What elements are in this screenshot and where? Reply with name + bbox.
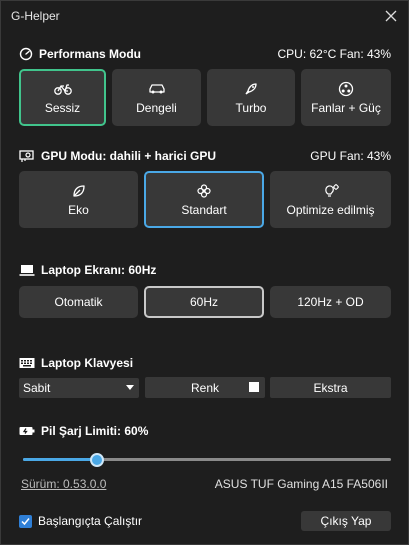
app-window: G-Helper Performans Modu CPU: 62°C Fan: … <box>0 0 409 545</box>
mode-fans-power-button[interactable]: Fanlar + Güç <box>301 69 391 126</box>
screen-120hz-button[interactable]: 120Hz + OD <box>270 286 391 318</box>
leaf-icon <box>71 183 87 199</box>
flower-icon <box>196 183 212 199</box>
mode-fans-power-label: Fanlar + Güç <box>311 100 381 115</box>
checkmark-icon[interactable] <box>19 514 32 528</box>
slider-fill <box>23 458 97 461</box>
keyboard-extra-label: Ekstra <box>313 380 348 395</box>
battery-title: Pil Şarj Limiti: 60% <box>41 424 149 438</box>
slider-thumb[interactable] <box>89 453 104 467</box>
fan-icon <box>338 81 354 97</box>
version-link[interactable]: Sürüm: 0.53.0.0 <box>21 477 106 491</box>
gpu-optimized-button[interactable]: Optimize edilmiş <box>270 171 391 228</box>
mode-turbo-button[interactable]: Turbo <box>207 69 295 126</box>
chevron-down-icon <box>126 385 134 390</box>
gpu-optimized-label: Optimize edilmiş <box>286 202 375 217</box>
screen-auto-label: Otomatik <box>54 295 103 309</box>
window-title: G-Helper <box>11 9 60 23</box>
screen-auto-button[interactable]: Otomatik <box>19 286 138 318</box>
device-model: ASUS TUF Gaming A15 FA506II <box>214 477 388 491</box>
startup-checkbox[interactable]: Başlangıçta Çalıştır <box>19 514 142 528</box>
gpu-header: GPU Modu: dahili + harici GPU GPU Fan: 4… <box>19 147 391 165</box>
rocket-icon <box>243 81 259 97</box>
mode-balanced-label: Dengeli <box>136 100 177 115</box>
gpu-eco-label: Eko <box>68 202 89 217</box>
cpu-status: CPU: 62°C Fan: 43% <box>277 47 391 61</box>
quit-button[interactable]: Çıkış Yap <box>301 511 391 531</box>
close-icon[interactable] <box>382 7 400 25</box>
keyboard-color-label: Renk <box>190 380 219 395</box>
performance-title: Performans Modu <box>39 47 142 61</box>
battery-header: Pil Şarj Limiti: 60% <box>19 422 391 440</box>
mode-balanced-button[interactable]: Dengeli <box>112 69 201 126</box>
bicycle-icon <box>53 81 72 97</box>
car-icon <box>148 81 166 97</box>
title-bar: G-Helper <box>1 1 408 33</box>
gpu-standard-button[interactable]: Standart <box>144 171 264 228</box>
keyboard-mode-value: Sabit <box>23 381 51 395</box>
screen-60hz-button[interactable]: 60Hz <box>144 286 264 318</box>
keyboard-color-button[interactable]: Renk <box>145 377 265 398</box>
gauge-icon <box>19 47 33 61</box>
battery-charge-icon <box>19 425 35 437</box>
screen-120hz-label: 120Hz + OD <box>297 295 364 309</box>
keyboard-icon <box>19 357 35 369</box>
keyboard-extra-button[interactable]: Ekstra <box>270 377 391 398</box>
color-swatch <box>249 382 259 392</box>
gpu-card-icon <box>19 149 35 163</box>
laptop-icon <box>19 263 35 277</box>
gpu-eco-button[interactable]: Eko <box>19 171 138 228</box>
mode-silent-label: Sessiz <box>44 100 81 115</box>
screen-60hz-label: 60Hz <box>189 295 218 309</box>
performance-header: Performans Modu CPU: 62°C Fan: 43% <box>19 45 391 63</box>
keyboard-mode-select[interactable]: Sabit <box>19 378 139 398</box>
gpu-title: GPU Modu: dahili + harici GPU <box>41 149 217 163</box>
keyboard-header: Laptop Klavyesi <box>19 354 391 372</box>
keyboard-title: Laptop Klavyesi <box>41 356 134 370</box>
startup-label: Başlangıçta Çalıştır <box>38 514 143 528</box>
gpu-standard-label: Standart <box>181 202 227 217</box>
screen-header: Laptop Ekranı: 60Hz <box>19 261 391 279</box>
screen-title: Laptop Ekranı: 60Hz <box>41 263 157 277</box>
mode-silent-button[interactable]: Sessiz <box>19 69 106 126</box>
quit-label: Çıkış Yap <box>320 514 372 528</box>
gpu-fan-status: GPU Fan: 43% <box>310 149 391 163</box>
bulb-gear-icon <box>322 183 340 199</box>
mode-turbo-label: Turbo <box>235 100 267 115</box>
battery-limit-slider[interactable] <box>23 453 391 467</box>
